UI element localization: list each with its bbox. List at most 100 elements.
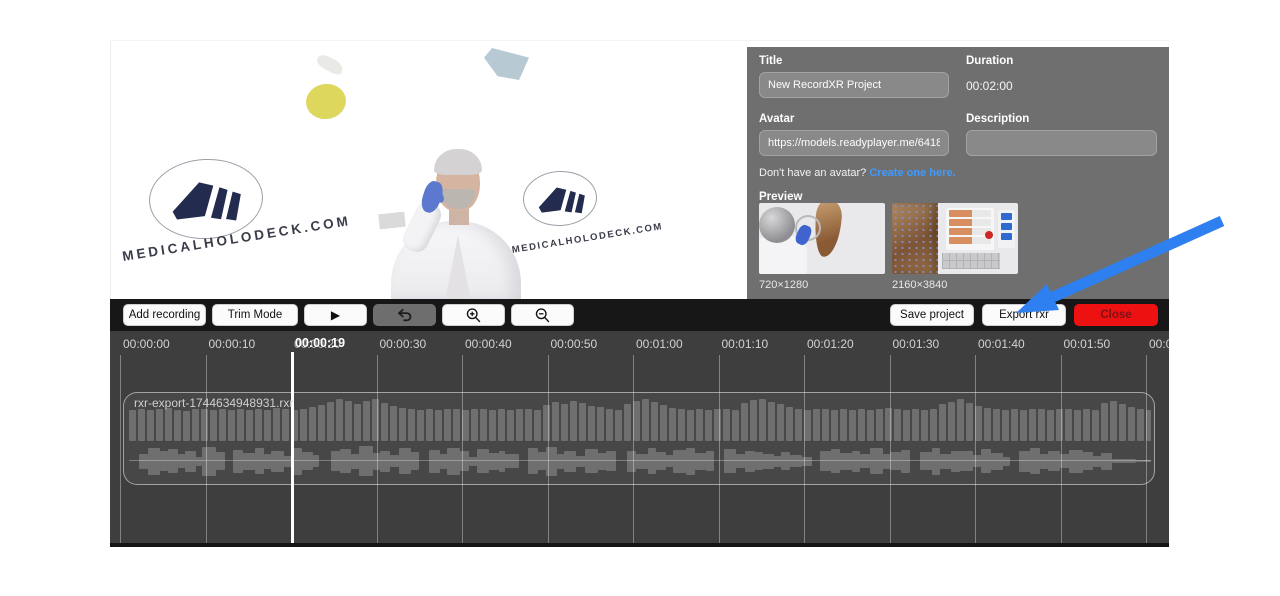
waveform-block [505, 454, 519, 468]
waveform-bar [435, 410, 442, 441]
waveform-block [1060, 454, 1069, 468]
close-button[interactable]: Close [1074, 304, 1158, 326]
waveform-bar [1083, 409, 1090, 441]
waveform-block [745, 451, 755, 472]
duration-label: Duration [966, 55, 1013, 67]
ruler-tick-line [120, 355, 121, 543]
waveform-block [1019, 451, 1030, 472]
waveform-bar [768, 402, 775, 441]
waveform-block [951, 451, 960, 472]
waveform-bar [561, 404, 568, 441]
waveform-block [627, 451, 636, 472]
waveform-block [1003, 457, 1010, 466]
waveform-block [264, 454, 271, 469]
ruler-tick-label: 00:01:10 [722, 337, 769, 351]
ruler-tick-label: 00:01:40 [978, 337, 1025, 351]
waveform-bar [1065, 409, 1072, 441]
waveform-bar [858, 409, 865, 441]
waveform-block [656, 452, 666, 470]
waveform-block [774, 456, 781, 467]
audio-track[interactable]: rxr-export-1744634948931.rxr [123, 392, 1155, 485]
waveform-block [160, 451, 168, 471]
waveform-bar [525, 409, 532, 441]
waveform-bar [138, 409, 145, 441]
save-project-button[interactable]: Save project [890, 304, 974, 326]
waveform-bar [840, 409, 847, 441]
waveform-bar [228, 410, 235, 441]
floating-sliver-shape [315, 52, 346, 77]
thumb-blue-button [1001, 233, 1012, 240]
waveform-block [1030, 448, 1040, 474]
waveform-block [695, 453, 706, 470]
ruler-tick-label: 00:01:50 [1064, 337, 1111, 351]
logo-ellipse [522, 169, 599, 228]
waveform-block [1136, 460, 1151, 462]
trim-mode-button[interactable]: Trim Mode [212, 304, 298, 326]
waveform-block [447, 448, 460, 475]
waveform-block [557, 454, 564, 469]
ruler-tick-label: 00:01:30 [893, 337, 940, 351]
waveform-bar [192, 409, 199, 441]
waveform-bar [813, 409, 820, 441]
waveform-bar [984, 408, 991, 441]
thumb-doctor-head [759, 207, 795, 243]
waveform-block [585, 449, 598, 473]
add-recording-button[interactable]: Add recording [123, 304, 206, 326]
waveform-bar [462, 410, 469, 441]
waveform-bar [606, 409, 613, 441]
waveform-block [185, 451, 196, 472]
description-input[interactable] [966, 130, 1157, 156]
waveform-block [1040, 454, 1048, 469]
waveform-block [168, 449, 178, 473]
ruler-tick-label: 00:00:00 [123, 337, 170, 351]
waveform-bar [345, 401, 352, 441]
waveform-block [178, 454, 185, 468]
waveform-block [429, 450, 440, 473]
waveform-block [598, 453, 606, 470]
waveform-bar [615, 410, 622, 441]
waveform-bar [516, 409, 523, 441]
waveform-bar [660, 405, 667, 441]
playhead[interactable] [291, 352, 294, 543]
waveform-bar [318, 405, 325, 441]
editor-toolbar: Add recording Trim Mode ▶ [110, 299, 1169, 331]
waveform-bar [705, 410, 712, 441]
title-input[interactable] [759, 72, 949, 98]
waveform-bar [300, 409, 307, 441]
waveform-bar [1092, 410, 1099, 441]
avatar-url-input[interactable] [759, 130, 949, 156]
waveform-block [1069, 450, 1083, 473]
play-button[interactable]: ▶ [304, 304, 367, 326]
zoom-in-button[interactable] [442, 304, 505, 326]
thumb-blue-button [1001, 223, 1012, 230]
waveform-bar [507, 410, 514, 441]
zoom-out-button[interactable] [511, 304, 574, 326]
waveform-block [736, 454, 745, 468]
waveform-block [890, 452, 901, 470]
waveform-bar [786, 407, 793, 441]
waveform-bar [480, 409, 487, 441]
waveform-block [216, 452, 225, 470]
waveform-block [340, 449, 351, 473]
waveform-bar [1074, 410, 1081, 441]
waveform-bar [948, 402, 955, 441]
thumb-ui-panel [946, 208, 994, 250]
waveform-block [243, 453, 255, 470]
waveform-bar [597, 407, 604, 441]
export-rxr-button[interactable]: Export rxr [982, 304, 1066, 326]
avatar-hint-text: Don't have an avatar? [759, 167, 869, 179]
waveform-block [271, 451, 284, 472]
track-name: rxr-export-1744634948931.rxr [134, 396, 293, 410]
waveform-block [576, 456, 585, 467]
create-avatar-link[interactable]: Create one here. [869, 167, 955, 179]
play-icon: ▶ [331, 308, 340, 322]
waveform-bar [723, 409, 730, 441]
undo-button[interactable] [373, 304, 436, 326]
recordxr-editor-window: MEDICALHOLODECK.COM [110, 40, 1169, 547]
waveform-bar [237, 409, 244, 441]
waveform-block [852, 451, 860, 472]
thumb-ui-row [949, 210, 991, 217]
timeline[interactable]: 00:00:0000:00:1000:00:2000:00:3000:00:40… [110, 331, 1169, 547]
waveform-bar [354, 404, 361, 441]
blue-polygon-object [484, 48, 529, 80]
